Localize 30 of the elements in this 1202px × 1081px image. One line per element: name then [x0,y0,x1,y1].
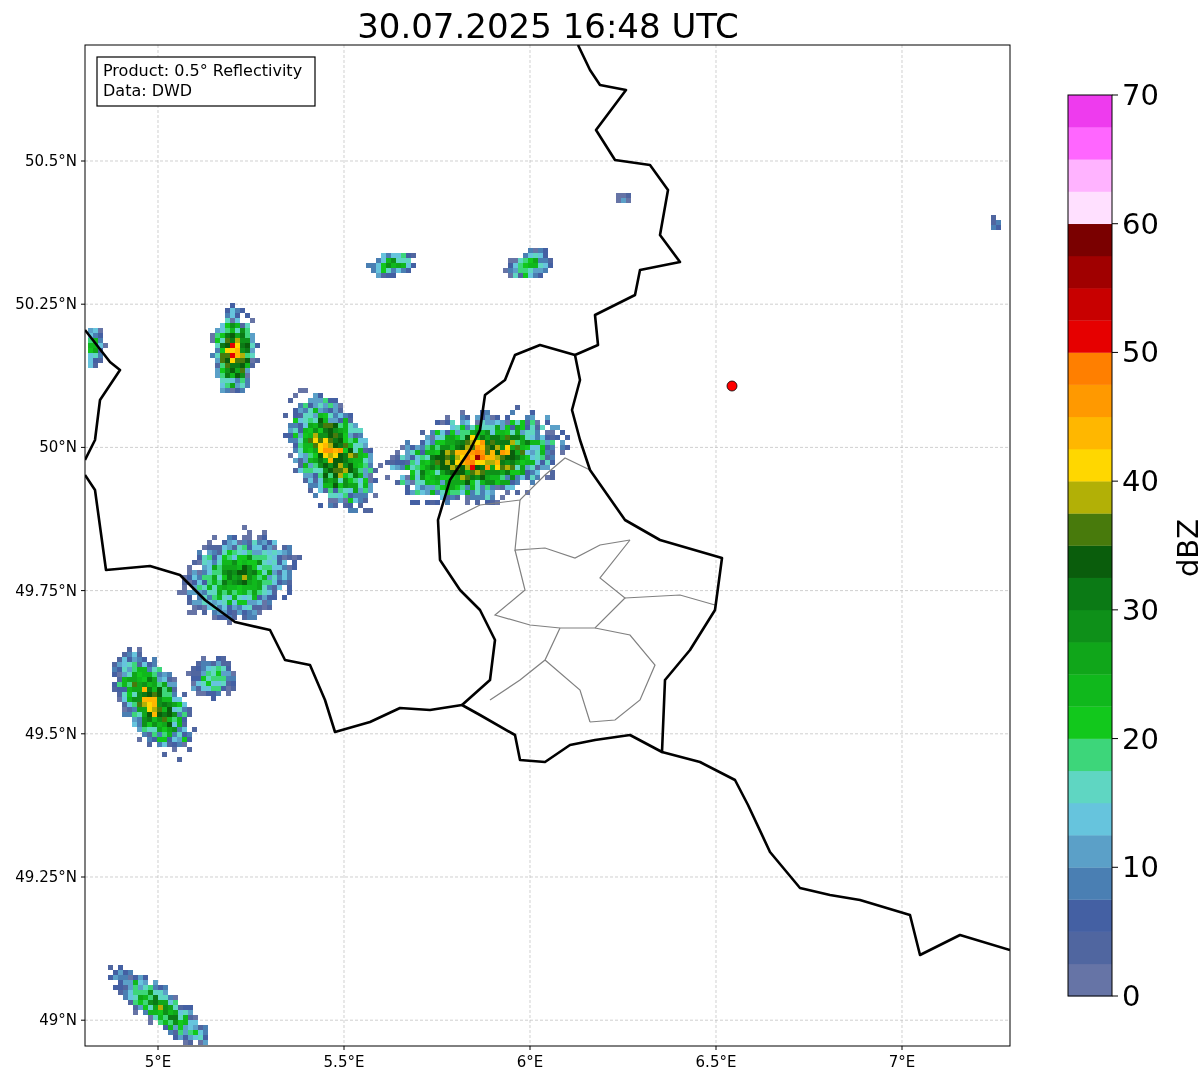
latitude-label: 49.25°N [15,868,77,886]
latitude-label: 50°N [39,438,77,457]
colorbar-label: dBZ [1171,518,1202,578]
longitude-label: 6.5°E [695,1053,737,1071]
colorbar-tick-label: 30 [1122,592,1159,627]
latitude-label: 50.25°N [15,295,77,314]
longitude-label: 7°E [888,1053,916,1071]
longitude-label: 6°E [516,1053,544,1071]
colorbar-tick-label: 70 [1122,78,1159,112]
info-text: Product: 0.5° Reflectivity [103,61,303,80]
info-text: Data: DWD [103,81,193,100]
colorbar-tick-label: 40 [1122,464,1159,499]
longitude-label: 5.5°E [323,1053,365,1071]
longitude-label: 5°E [144,1053,172,1071]
radar-echo [991,215,1001,230]
radar-echo [503,248,553,278]
radar-echo [616,193,631,203]
latitude-label: 49.75°N [15,581,77,600]
latitude-label: 49.5°N [24,724,77,743]
colorbar-tick-label: 10 [1122,850,1159,885]
radar-echo [366,253,416,278]
colorbar-tick-label: 20 [1122,721,1159,756]
location-marker [726,380,738,392]
latitude-label: 50.5°N [24,152,77,170]
colorbar-tick-label: 60 [1122,206,1159,241]
latitude-label: 49°N [39,1011,77,1030]
colorbar-tick-label: 50 [1122,335,1159,370]
map-title: 30.07.2025 16:48 UTC [357,6,739,46]
colorbar-tick-label: 0 [1122,979,1141,1013]
radar-echo [88,328,108,368]
